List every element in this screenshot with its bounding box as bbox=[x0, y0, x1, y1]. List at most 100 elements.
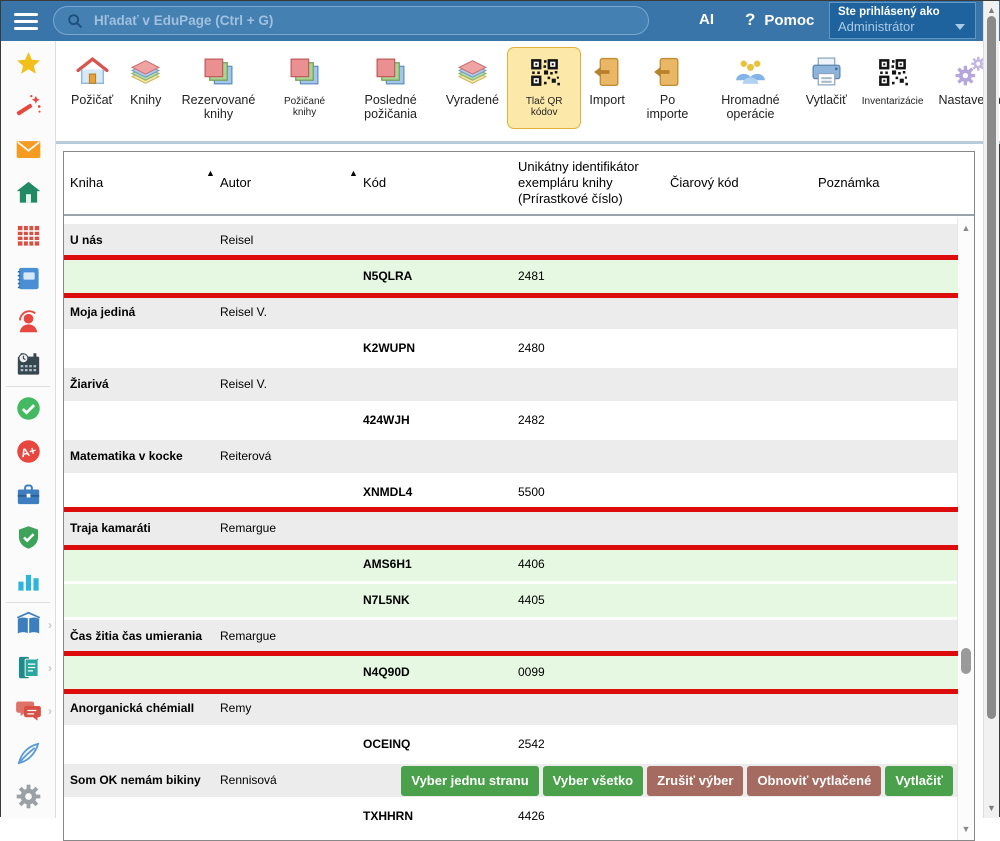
toolbar-item-tlac-qr-kodov[interactable]: Tlač QR kódov bbox=[507, 47, 582, 129]
home-icon bbox=[15, 179, 42, 206]
page-scroll-down-icon[interactable] bbox=[984, 803, 999, 813]
copy-row[interactable]: N4Q90D0099 bbox=[64, 656, 958, 689]
sidebar-item-wizard[interactable] bbox=[1, 85, 55, 128]
author-cell: Reiterová bbox=[220, 440, 271, 473]
qr-icon bbox=[527, 53, 562, 91]
qr-icon bbox=[875, 53, 910, 91]
copy-row[interactable]: AMS6H14406 bbox=[64, 548, 958, 581]
book-row[interactable]: Žiarivá Reisel V. bbox=[64, 368, 958, 401]
sidebar-item-statistics[interactable] bbox=[1, 559, 55, 602]
scroll-down-icon[interactable] bbox=[958, 824, 974, 834]
sidebar-item-gradebook[interactable] bbox=[1, 257, 55, 300]
toolbar-item-label: Požičané knihy bbox=[274, 96, 336, 118]
table-scrollbar-thumb[interactable] bbox=[961, 648, 971, 674]
accession-number-cell: 4405 bbox=[518, 584, 545, 617]
check-icon bbox=[15, 395, 42, 422]
import-icon bbox=[590, 53, 625, 91]
menu-icon[interactable] bbox=[14, 13, 38, 30]
search-input[interactable] bbox=[92, 12, 596, 29]
column-header-autor[interactable]: Autor bbox=[220, 152, 352, 214]
user-menu-role: Administrátor bbox=[838, 19, 915, 34]
toolbar-item-rezervovane-knihy[interactable]: Rezervované knihy bbox=[171, 47, 266, 129]
restore-printed-button[interactable]: Obnoviť vytlačené bbox=[747, 766, 881, 796]
sidebar-item-library[interactable]: › bbox=[1, 603, 55, 646]
help-button[interactable]: ? Pomoc bbox=[745, 10, 814, 30]
book-row[interactable]: U nás Reisel bbox=[64, 224, 958, 257]
copy-row[interactable]: XNMDL45500 bbox=[64, 476, 958, 509]
toolbar-item-inventarizacie[interactable]: Inventarizácie bbox=[855, 47, 931, 129]
book-title-cell: U nás bbox=[70, 224, 103, 257]
column-header-kod[interactable]: Kód bbox=[363, 152, 507, 214]
page-scrollbar-thumb[interactable] bbox=[987, 16, 996, 719]
book-title-cell: Čas žitia čas umierania bbox=[70, 620, 202, 653]
sidebar-item-documents[interactable]: › bbox=[1, 646, 55, 689]
page-scroll-up-icon[interactable] bbox=[984, 5, 999, 15]
book-row[interactable]: Traja kamarátiRemargue bbox=[64, 512, 958, 545]
book-row[interactable]: Matematika v kockeReiterová bbox=[64, 440, 958, 473]
scroll-up-icon[interactable] bbox=[958, 223, 974, 233]
code-cell: 424WJH bbox=[363, 404, 410, 437]
select-one-page-button[interactable]: Vyber jednu stranu bbox=[401, 766, 538, 796]
sidebar-item-control[interactable] bbox=[1, 516, 55, 559]
toolbar-item-hromadne-operacie[interactable]: Hromadné operácie bbox=[703, 47, 798, 129]
user-menu[interactable]: Ste prihlásený ako Administrátor bbox=[829, 2, 976, 39]
sidebar-item-timetable[interactable] bbox=[1, 214, 55, 257]
toolbar-item-pozicane-knihy[interactable]: Požičané knihy bbox=[267, 47, 343, 129]
page-scrollbar[interactable] bbox=[983, 1, 999, 818]
book-row[interactable]: Som OK nemám bikinyRennisováVyber jednu … bbox=[64, 764, 958, 797]
cards-icon bbox=[373, 53, 408, 91]
author-cell: Rennisová bbox=[220, 764, 277, 797]
accession-number-cell: 2480 bbox=[518, 332, 545, 365]
column-header-poznamka[interactable]: Poznámka bbox=[818, 152, 968, 214]
copy-row[interactable]: OCEINQ2542 bbox=[64, 728, 958, 761]
toolbar-item-knihy[interactable]: Knihy bbox=[121, 47, 170, 129]
briefcase-icon bbox=[15, 481, 42, 508]
toolbar-item-import[interactable]: Import bbox=[582, 47, 631, 129]
copy-row[interactable]: N5QLRA2481 bbox=[64, 260, 958, 293]
author-cell: Remargue bbox=[220, 620, 276, 653]
sidebar-item-grades[interactable]: A+ bbox=[1, 430, 55, 473]
book-row[interactable]: Moja jedináReisel V. bbox=[64, 296, 958, 329]
search-box[interactable] bbox=[53, 6, 649, 35]
toolbar-item-pozicat[interactable]: Požičať bbox=[64, 47, 120, 129]
book-title-cell: Žiarivá bbox=[70, 368, 109, 401]
toolbar-item-po-importe[interactable]: Po importe bbox=[633, 47, 702, 129]
book-row[interactable]: Anorganická chémiaIIRemy bbox=[64, 692, 958, 725]
topbar: AI ? Pomoc Ste prihlásený ako Administrá… bbox=[1, 1, 1000, 41]
toolbar-item-label: Knihy bbox=[130, 93, 161, 107]
import-icon bbox=[650, 53, 685, 91]
pen-icon bbox=[15, 740, 42, 767]
book-row[interactable]: Čas žitia čas umierania Remargue bbox=[64, 620, 958, 653]
toolbar-item-vyradene[interactable]: Vyradené bbox=[439, 47, 506, 129]
table-scrollbar[interactable] bbox=[957, 218, 974, 840]
author-cell: Reisel V. bbox=[220, 368, 267, 401]
sidebar-item-settings[interactable] bbox=[1, 775, 55, 818]
sidebar-item-home[interactable] bbox=[1, 171, 55, 214]
copy-row[interactable]: N7L5NK4405 bbox=[64, 584, 958, 617]
toolbar-item-label: Vyradené bbox=[446, 93, 499, 107]
sidebar-item-communication[interactable]: › bbox=[1, 689, 55, 732]
sidebar-item-signatures[interactable] bbox=[1, 732, 55, 775]
layers-icon bbox=[128, 53, 163, 91]
author-cell: Reisel bbox=[220, 224, 253, 257]
sidebar-item-messages[interactable] bbox=[1, 128, 55, 171]
column-header-kniha[interactable]: Kniha bbox=[70, 152, 208, 214]
print-button[interactable]: Vytlačiť bbox=[885, 766, 953, 796]
sidebar-item-calendar[interactable] bbox=[1, 343, 55, 386]
accession-number-cell: 2542 bbox=[518, 728, 545, 761]
sidebar-item-attendance[interactable] bbox=[1, 387, 55, 430]
select-all-button[interactable]: Vyber všetko bbox=[543, 766, 643, 796]
column-header-ciarovy-kod[interactable]: Čiarový kód bbox=[670, 152, 806, 214]
copy-row[interactable]: 424WJH2482 bbox=[64, 404, 958, 437]
toolbar-item-label: Import bbox=[589, 93, 624, 107]
sidebar-item-favorites[interactable] bbox=[1, 42, 55, 85]
copy-row[interactable]: K2WUPN2480 bbox=[64, 332, 958, 365]
ai-button[interactable]: AI bbox=[699, 11, 714, 28]
toolbar-item-vytlacit[interactable]: Vytlačiť bbox=[799, 47, 854, 129]
sidebar-item-profile[interactable] bbox=[1, 300, 55, 343]
sidebar-item-agenda[interactable] bbox=[1, 473, 55, 516]
chevron-right-icon: › bbox=[48, 704, 52, 718]
toolbar-item-posledne-pozicania[interactable]: Posledné požičania bbox=[343, 47, 438, 129]
cancel-selection-button[interactable]: Zrušiť výber bbox=[647, 766, 743, 796]
column-header-unikatny-identifikator[interactable]: Unikátny identifikátor exempláru knihy (… bbox=[518, 152, 680, 214]
